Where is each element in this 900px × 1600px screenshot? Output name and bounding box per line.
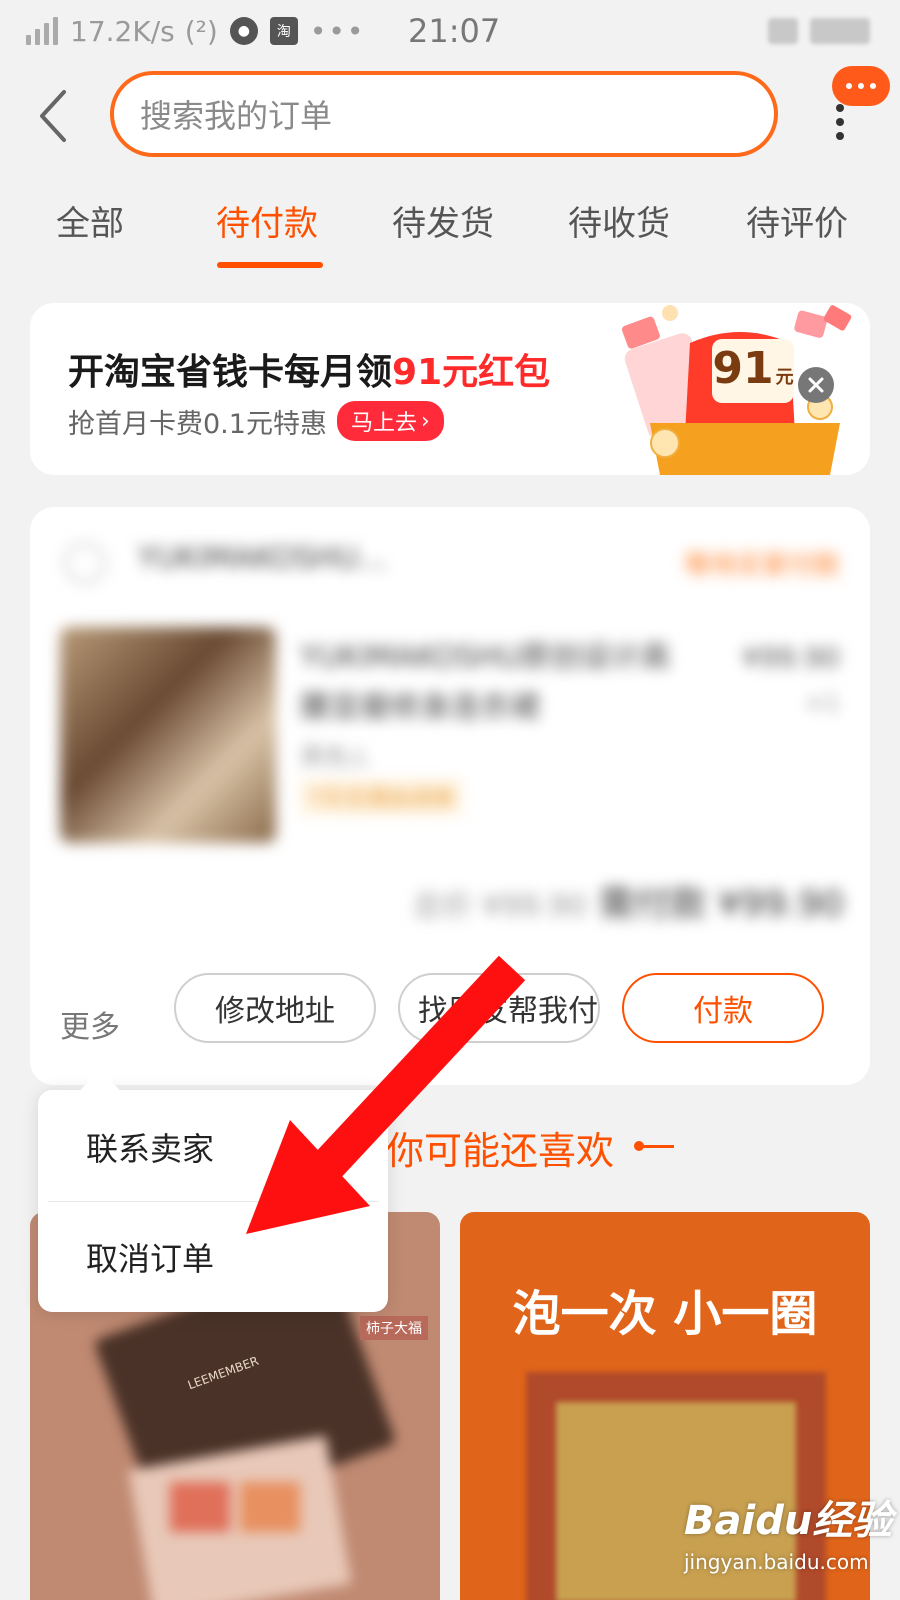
packet-amount-value: 91	[712, 343, 774, 394]
packet-amount-unit: 元	[775, 367, 794, 388]
savings-card-banner[interactable]: 开淘宝省钱卡每月领91元红包 抢首月卡费0.1元特惠 马上去 › 91 元	[30, 303, 870, 475]
menu-divider	[48, 1201, 378, 1202]
chevron-right-icon: ›	[420, 408, 430, 434]
banner-subtitle-text: 抢首月卡费0.1元特惠	[68, 408, 327, 440]
taobao-notification-icon: 淘	[269, 17, 298, 45]
product-sku: 黑色;L	[300, 743, 370, 771]
product-card-slogan: 泡一次 小一圈	[512, 1286, 818, 1342]
wifi-icon	[768, 18, 798, 44]
baidu-watermark: Baidu经验 jingyan.baidu.com	[684, 1488, 892, 1574]
search-placeholder: 搜索我的订单	[140, 97, 333, 135]
order-status-tabs: 全部 待付款 待发货 待收货 待评价	[0, 180, 900, 272]
hd-call-icon: (²)	[184, 14, 218, 48]
order-status: 等待买家付款	[683, 551, 840, 581]
order-card: YUKIMAKOSHU... 等待买家付款 YUKIMAKOSHU原创设计高腰显…	[30, 507, 870, 1085]
product-quantity: ×1	[804, 689, 840, 717]
menu-item-cancel-order[interactable]: 取消订单	[86, 1234, 214, 1280]
banner-cta-label: 马上去	[350, 411, 417, 436]
close-banner-button[interactable]	[798, 367, 834, 403]
shop-name[interactable]: YUKIMAKOSHU...	[138, 541, 387, 576]
network-speed: 17.2K/s	[70, 14, 175, 48]
recommend-deco-line	[636, 1145, 674, 1148]
recommend-title: 你可能还喜欢	[386, 1129, 615, 1173]
system-icons	[768, 18, 870, 44]
status-bar: 17.2K/s (²) ● 淘 ••• 21:07	[0, 0, 900, 62]
signal-icon	[26, 17, 58, 45]
more-actions-link[interactable]: 更多	[60, 1002, 120, 1046]
banner-title: 开淘宝省钱卡每月领91元红包	[68, 343, 550, 395]
close-icon	[808, 377, 824, 393]
pay-button[interactable]: 付款	[622, 973, 824, 1043]
browser-icon: ●	[229, 17, 258, 45]
banner-cta-button[interactable]: 马上去 ›	[336, 401, 444, 441]
product-image[interactable]	[60, 627, 276, 843]
order-search-input[interactable]: 搜索我的订单	[110, 71, 778, 157]
tab-all[interactable]: 全部	[56, 196, 124, 245]
banner-subtitle: 抢首月卡费0.1元特惠 马上去 ›	[68, 401, 444, 441]
more-options-icon[interactable]	[830, 102, 850, 142]
need-pay-amount: ¥99.90	[718, 884, 844, 925]
tab-pending-payment[interactable]: 待付款	[216, 196, 318, 245]
banner-title-highlight: 91元红包	[392, 352, 551, 393]
red-packet-amount: 91 元	[712, 339, 794, 403]
message-badge-icon[interactable]	[832, 66, 890, 106]
menu-item-contact-seller[interactable]: 联系卖家	[86, 1124, 214, 1170]
more-notifications-icon: •••	[309, 14, 366, 48]
need-pay-label: 需付款	[598, 884, 707, 925]
banner-title-prefix: 开淘宝省钱卡每月领	[68, 352, 393, 393]
modify-address-button[interactable]: 修改地址	[174, 973, 376, 1043]
tab-pending-review[interactable]: 待评价	[746, 196, 848, 245]
select-order-checkbox[interactable]	[64, 542, 106, 584]
watermark-url: jingyan.baidu.com	[684, 1550, 869, 1574]
back-arrow-icon[interactable]	[34, 86, 74, 146]
more-actions-menu: 联系卖家 取消订单	[38, 1070, 388, 1312]
product-card-label: 柿子大福	[360, 1316, 428, 1340]
battery-icon	[810, 18, 870, 44]
clock: 21:07	[408, 12, 501, 50]
product-price: ¥99.90	[742, 641, 840, 674]
top-bar: 搜索我的订单	[0, 62, 900, 172]
friend-pay-button[interactable]: 找朋友帮我付	[398, 973, 600, 1043]
tab-pending-shipment[interactable]: 待发货	[392, 196, 494, 245]
blurred-order-details: YUKIMAKOSHU... 等待买家付款 YUKIMAKOSHU原创设计高腰显…	[30, 507, 870, 977]
total-price: 总价 ¥99.90	[412, 889, 588, 924]
tab-pending-receipt[interactable]: 待收货	[568, 196, 670, 245]
product-service-tag: 7天无理由退换	[300, 779, 462, 815]
active-tab-indicator	[217, 262, 323, 268]
product-title[interactable]: YUKIMAKOSHU原创设计高腰显瘦修身连衣裙	[300, 633, 700, 733]
watermark-logo: Baidu经验	[684, 1498, 893, 1544]
order-total: 总价 ¥99.90 需付款 ¥99.90	[413, 875, 844, 927]
